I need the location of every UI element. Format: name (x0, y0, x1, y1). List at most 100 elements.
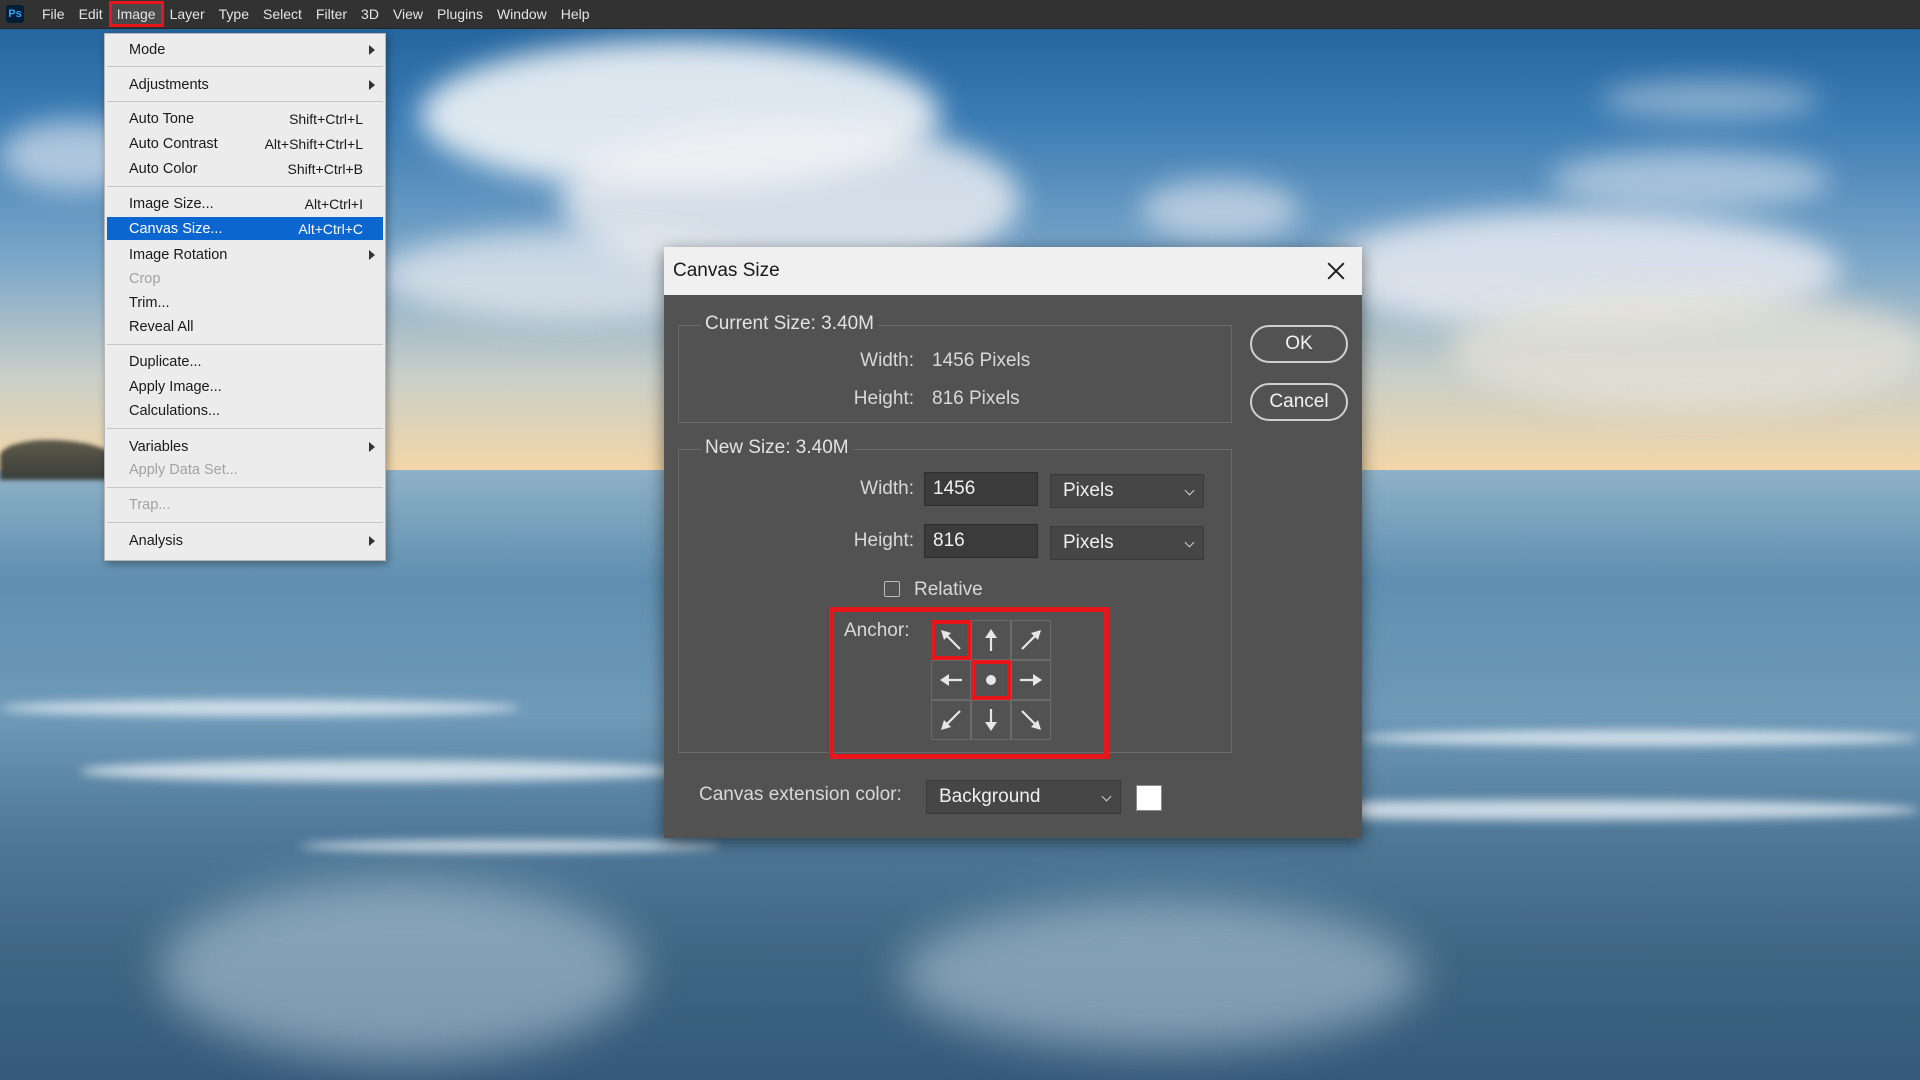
menu-item-apply-data-set: Apply Data Set... (107, 458, 383, 481)
menu-item-label: Mode (129, 41, 166, 58)
menu-item-mode[interactable]: Mode (107, 38, 383, 61)
menu-item-calculations[interactable]: Calculations... (107, 399, 383, 422)
arrow-up-right-icon (1021, 630, 1041, 650)
menu-item-label: Reveal All (129, 318, 194, 335)
canvas-extension-color-select[interactable]: Background (926, 780, 1121, 814)
close-icon[interactable] (1324, 259, 1348, 283)
arrow-right-icon (1020, 674, 1042, 686)
menu-item-label: Variables (129, 438, 189, 455)
new-height-label: Height: (853, 530, 914, 551)
chevron-down-icon (1184, 537, 1195, 548)
anchor-top[interactable] (971, 620, 1011, 660)
menu-item-analysis[interactable]: Analysis (107, 529, 383, 552)
height-input[interactable]: 816 (924, 524, 1038, 558)
menu-item-label: Duplicate... (129, 353, 202, 370)
arrow-down-icon (985, 709, 997, 731)
menu-3d[interactable]: 3D (355, 3, 385, 25)
menu-item-apply-image[interactable]: Apply Image... (107, 375, 383, 398)
arrow-down-right-icon (1021, 710, 1041, 730)
cancel-button[interactable]: Cancel (1250, 383, 1348, 421)
current-size-title: Current Size: 3.40M (701, 313, 878, 335)
arrow-down-left-icon (941, 710, 961, 730)
menu-item-label: Trap... (129, 496, 171, 513)
arrow-up-icon (985, 629, 997, 651)
menu-item-auto-tone[interactable]: Auto Tone Shift+Ctrl+L (107, 107, 383, 130)
menu-item-shortcut: Alt+Ctrl+C (298, 220, 363, 237)
ok-button[interactable]: OK (1250, 325, 1348, 363)
menu-item-auto-color[interactable]: Auto Color Shift+Ctrl+B (107, 157, 383, 180)
anchor-left[interactable] (931, 660, 971, 700)
menu-item-label: Apply Image... (129, 378, 222, 395)
anchor-bottom[interactable] (971, 700, 1011, 740)
menubar: Ps File Edit Image Layer Type Select Fil… (0, 0, 1920, 29)
menu-item-label: Adjustments (129, 76, 209, 93)
menu-item-label: Apply Data Set... (129, 461, 238, 478)
anchor-bottom-right[interactable] (1011, 700, 1051, 740)
menu-item-variables[interactable]: Variables (107, 435, 383, 458)
image-menu-dropdown: Mode Adjustments Auto Tone Shift+Ctrl+L … (104, 33, 386, 561)
menu-item-auto-contrast[interactable]: Auto Contrast Alt+Shift+Ctrl+L (107, 132, 383, 155)
menu-filter[interactable]: Filter (310, 3, 353, 25)
menu-item-label: Auto Tone (129, 110, 195, 127)
dialog-title: Canvas Size (673, 260, 780, 281)
menu-item-label: Auto Color (129, 160, 198, 177)
anchor-dot-icon (986, 675, 996, 685)
width-unit-select[interactable]: Pixels (1050, 474, 1204, 508)
menu-item-label: Trim... (129, 294, 170, 311)
menu-item-duplicate[interactable]: Duplicate... (107, 350, 383, 373)
dialog-titlebar: Canvas Size (664, 247, 1362, 295)
current-height-value: 816 Pixels (932, 388, 1020, 409)
anchor-right[interactable] (1011, 660, 1051, 700)
menu-item-label: Image Size... (129, 195, 214, 212)
submenu-arrow-icon (369, 44, 375, 55)
menu-edit[interactable]: Edit (73, 3, 109, 25)
canvas-extension-color-label: Canvas extension color: (699, 784, 902, 805)
anchor-center[interactable] (971, 660, 1011, 700)
chevron-down-icon (1101, 791, 1112, 802)
submenu-arrow-icon (369, 535, 375, 546)
menu-help[interactable]: Help (555, 3, 596, 25)
menu-plugins[interactable]: Plugins (431, 3, 489, 25)
menu-image[interactable]: Image (108, 1, 164, 27)
arrow-left-icon (940, 674, 962, 686)
submenu-arrow-icon (369, 441, 375, 452)
menu-item-image-rotation[interactable]: Image Rotation (107, 243, 383, 266)
width-input[interactable]: 1456 (924, 472, 1038, 506)
menu-item-label: Canvas Size... (129, 220, 223, 237)
menu-type[interactable]: Type (213, 3, 255, 25)
menu-item-crop: Crop (107, 267, 383, 290)
arrow-up-left-icon (941, 630, 961, 650)
height-unit-select[interactable]: Pixels (1050, 526, 1204, 560)
menu-select[interactable]: Select (257, 3, 308, 25)
anchor-top-left[interactable] (931, 620, 971, 660)
extension-color-swatch[interactable] (1136, 785, 1162, 811)
new-width-label: Width: (860, 478, 914, 499)
new-size-title: New Size: 3.40M (701, 437, 853, 459)
width-unit-value: Pixels (1063, 480, 1114, 501)
menu-item-shortcut: Shift+Ctrl+B (287, 160, 363, 177)
submenu-arrow-icon (369, 79, 375, 90)
photoshop-logo-icon[interactable]: Ps (6, 5, 24, 23)
menu-layer[interactable]: Layer (164, 3, 211, 25)
menu-view[interactable]: View (387, 3, 429, 25)
current-width-label: Width: (860, 350, 914, 371)
anchor-grid (931, 620, 1051, 740)
menu-item-shortcut: Alt+Ctrl+I (304, 195, 363, 212)
menu-item-trim[interactable]: Trim... (107, 291, 383, 314)
menu-file[interactable]: File (36, 3, 71, 25)
menu-item-label: Crop (129, 270, 161, 287)
anchor-top-right[interactable] (1011, 620, 1051, 660)
menu-item-shortcut: Shift+Ctrl+L (289, 110, 363, 127)
menu-item-canvas-size[interactable]: Canvas Size... Alt+Ctrl+C (107, 217, 383, 240)
menu-item-shortcut: Alt+Shift+Ctrl+L (264, 135, 363, 152)
anchor-bottom-left[interactable] (931, 700, 971, 740)
menu-item-adjustments[interactable]: Adjustments (107, 73, 383, 96)
canvas-size-dialog: Canvas Size Current Size: 3.40M Width: 1… (664, 247, 1362, 838)
current-height-label: Height: (853, 388, 914, 409)
relative-checkbox[interactable] (884, 581, 900, 597)
menu-item-label: Image Rotation (129, 246, 228, 263)
menu-item-reveal-all[interactable]: Reveal All (107, 315, 383, 338)
menu-item-image-size[interactable]: Image Size... Alt+Ctrl+I (107, 192, 383, 215)
menu-item-label: Calculations... (129, 402, 221, 419)
menu-window[interactable]: Window (491, 3, 553, 25)
